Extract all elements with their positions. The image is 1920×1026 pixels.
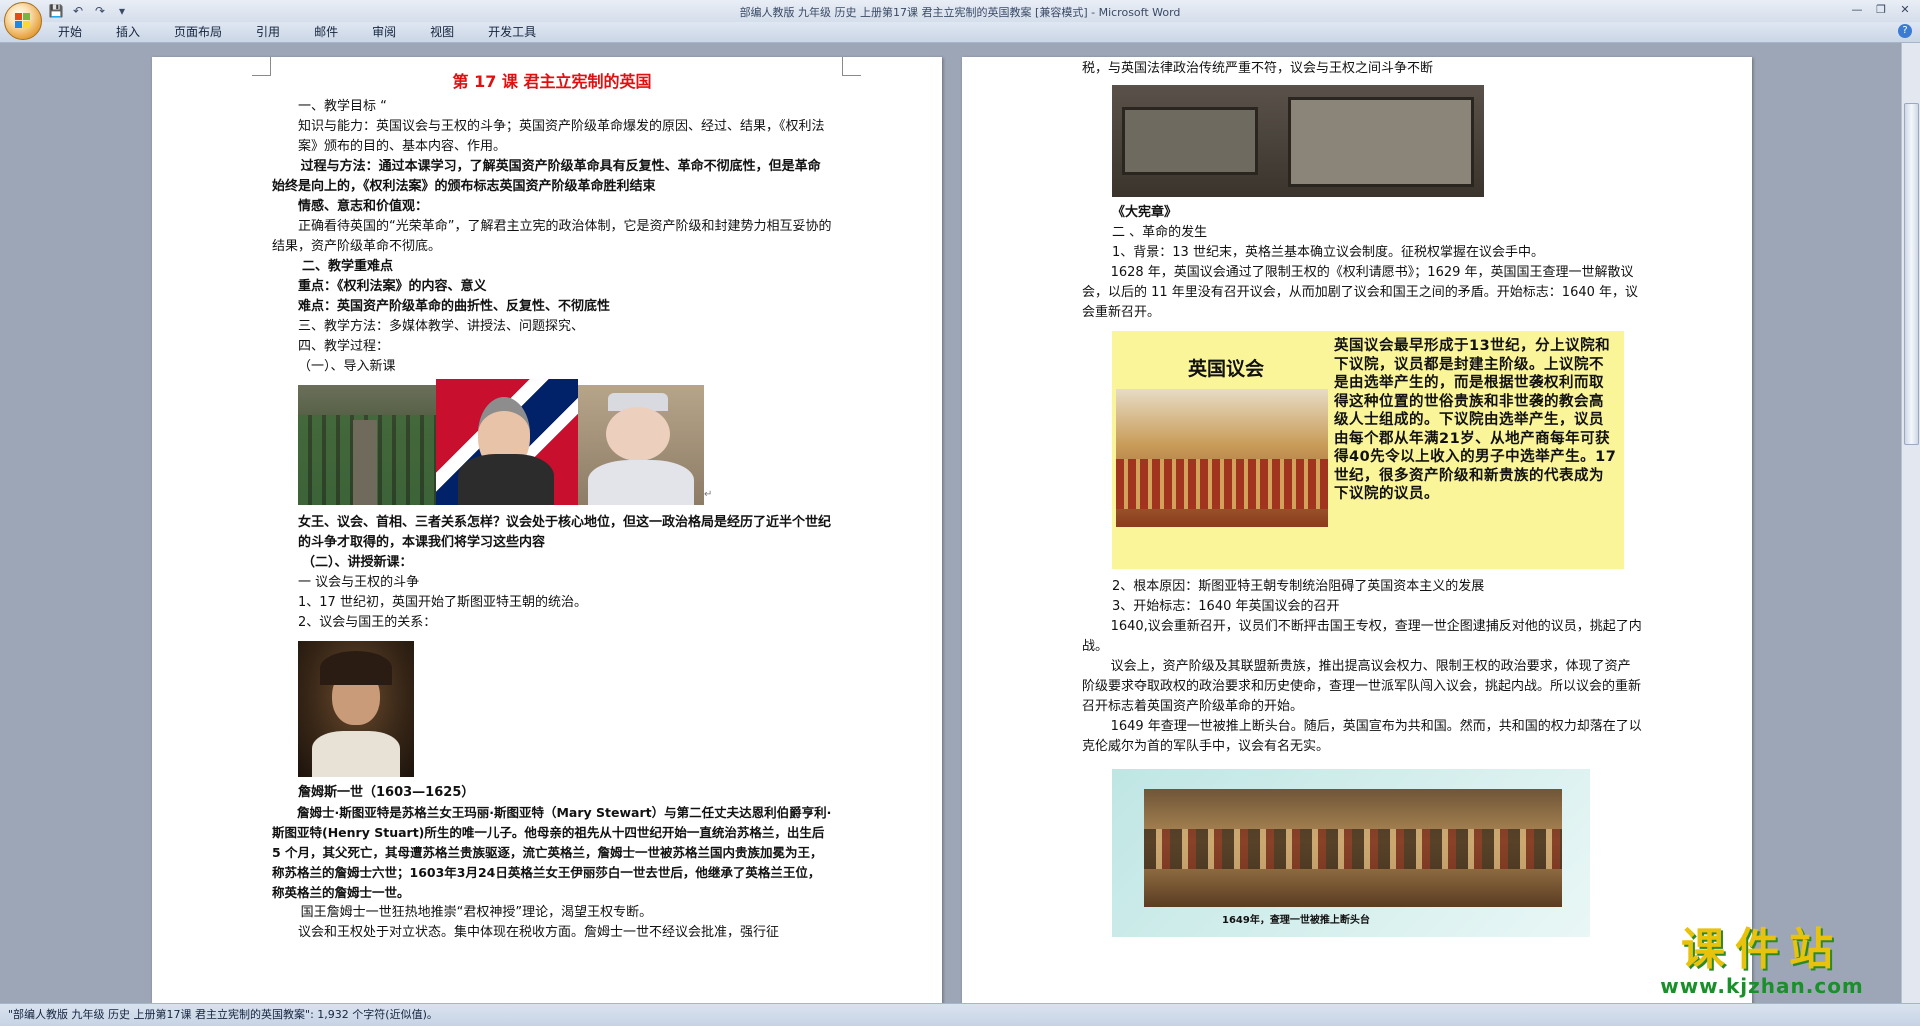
office-button[interactable]	[4, 2, 42, 40]
paragraph: 二 、革命的发生	[1112, 225, 1208, 240]
window-title: 部编人教版 九年级 历史 上册第17课 君主立宪制的英国教案 [兼容模式] - …	[739, 6, 1181, 19]
image-caption: 1649年，查理一世被推上断头台	[1222, 915, 1370, 926]
tab-mailings[interactable]: 邮件	[314, 24, 338, 40]
margin-corner-mark	[842, 57, 861, 76]
intro-image-row: ↵	[298, 379, 832, 505]
paragraph: 税，与英国法律政治传统严重不符，议会与王权之间斗争不断	[1082, 61, 1434, 76]
parliament-box-heading: 英国议会	[1188, 358, 1265, 380]
image-caption: 《大宪章》	[1112, 205, 1178, 220]
lesson-title: 第 17 课 君主立宪制的英国	[452, 72, 652, 91]
paragraph: 情感、意志和价值观：	[298, 199, 429, 214]
watermark-url: www.kjzhan.com	[1660, 974, 1864, 998]
paragraph: 重点：《权利法案》的内容、意义	[298, 279, 487, 294]
paragraph: 国王詹姆士一世狂热地推崇“君权神授”理论，渴望王权专断。	[300, 905, 653, 920]
tab-home[interactable]: 开始	[58, 24, 82, 40]
help-icon[interactable]: ?	[1898, 24, 1912, 38]
scrollbar-thumb[interactable]	[1904, 103, 1919, 445]
james-i-portrait	[298, 641, 414, 777]
paragraph: 三、教学方法：多媒体教学、讲授法、问题探究、	[298, 319, 585, 334]
magna-carta-photo	[1112, 85, 1484, 197]
execution-of-charles-i-painting	[1144, 789, 1562, 907]
paragraph: 女王、议会、首相、三者关系怎样？议会处于核心地位，但这一政治格局是经历了近半个世…	[298, 515, 832, 550]
parliament-info-box: 英国议会 英国议会最早形成于13世纪，分上议院和下议院，议员都是封建主阶级。上议…	[1112, 331, 1624, 569]
watermark-logo-text: 课件站	[1681, 924, 1843, 975]
tab-view[interactable]: 视图	[430, 24, 454, 40]
office-logo-icon	[15, 13, 31, 29]
paragraph: 正确看待英国的“光荣革命”，了解君主立宪的政治体制，它是资产阶级和封建势力相互妥…	[272, 219, 832, 254]
paragraph: 二、教学重难点	[302, 259, 394, 274]
tab-references[interactable]: 引用	[256, 24, 280, 40]
tab-review[interactable]: 审阅	[372, 24, 396, 40]
window-controls: — ❐ ✕	[1846, 2, 1916, 18]
paragraph: 3、开始标志：1640 年英国议会的召开	[1112, 599, 1340, 614]
tab-developer[interactable]: 开发工具	[488, 24, 536, 40]
vertical-scrollbar[interactable]	[1901, 43, 1920, 1003]
paragraph: 1649 年查理一世被推上断头台。随后，英国宣布为共和国。然而，共和国的权力却落…	[1082, 719, 1642, 754]
paragraph: 1628 年，英国议会通过了限制王权的《权利请愿书》；1629 年，英国国王查理…	[1082, 265, 1639, 320]
paragraph: （二）、讲授新课：	[302, 555, 413, 570]
page-1-content: 第 17 课 君主立宪制的英国 一、教学目标 “ 知识与能力：英国议会与王权的斗…	[272, 67, 832, 943]
tab-insert[interactable]: 插入	[116, 24, 140, 40]
paragraph: 2、议会与国王的关系：	[298, 615, 437, 630]
site-watermark: 课件站 www.kjzhan.com	[1632, 925, 1892, 1000]
document-page-2[interactable]: 税，与英国法律政治传统严重不符，议会与王权之间斗争不断 《大宪章》 二 、革命的…	[962, 57, 1752, 1003]
word-count-status[interactable]: "部编人教版 九年级 历史 上册第17课 君主立宪制的英国教案": 1,932 …	[8, 1008, 438, 1021]
paragraph: 一、教学目标 “	[298, 99, 387, 114]
image-caption: 詹姆斯一世（1603—1625）	[298, 785, 475, 800]
house-of-commons-photo	[298, 385, 436, 505]
paragraph: 过程与方法：通过本课学习，了解英国资产阶级革命具有反复性、革命不彻底性，但是革命…	[272, 159, 821, 194]
execution-image-frame: 1649年，查理一世被推上断头台	[1112, 769, 1590, 937]
prime-minister-photo	[436, 379, 578, 505]
paragraph: 1、17 世纪初，英国开始了斯图亚特王朝的统治。	[298, 595, 587, 610]
minimize-button[interactable]: —	[1846, 2, 1868, 18]
paragraph: 一 议会与王权的斗争	[298, 575, 420, 590]
paragraph: 1、背景：13 世纪末，英格兰基本确立议会制度。征税权掌握在议会手中。	[1112, 245, 1544, 260]
house-of-lords-illustration	[1116, 389, 1328, 527]
margin-corner-mark	[252, 57, 271, 76]
maximize-button[interactable]: ❐	[1870, 2, 1892, 18]
paragraph: 议会和王权处于对立状态。集中体现在税收方面。詹姆士一世不经议会批准，强行征	[298, 925, 780, 940]
paragraph: 詹姆士·斯图亚特是苏格兰女王玛丽·斯图亚特（Mary Stewart）与第二任丈…	[272, 805, 832, 900]
paragraph: （一）、导入新课	[298, 359, 396, 374]
paragraph: 2、根本原因：斯图亚特王朝专制统治阻碍了英国资本主义的发展	[1112, 579, 1485, 594]
tab-page-layout[interactable]: 页面布局	[174, 24, 222, 40]
status-bar: "部编人教版 九年级 历史 上册第17课 君主立宪制的英国教案": 1,932 …	[0, 1003, 1920, 1026]
paragraph: 知识与能力：英国议会与王权的斗争；英国资产阶级革命爆发的原因、经过、结果，《权利…	[298, 119, 825, 154]
document-page-1[interactable]: 第 17 课 君主立宪制的英国 一、教学目标 “ 知识与能力：英国议会与王权的斗…	[152, 57, 942, 1003]
title-bar: 💾 ↶ ↷ ▾ 部编人教版 九年级 历史 上册第17课 君主立宪制的英国教案 […	[0, 0, 1920, 40]
parliament-box-text: 英国议会最早形成于13世纪，分上议院和下议院，议员都是封建主阶级。上议院不是由选…	[1334, 338, 1617, 502]
paragraph: 四、教学过程：	[298, 339, 390, 354]
close-button[interactable]: ✕	[1894, 2, 1916, 18]
paragraph: 1640,议会重新召开，议员们不断抨击国王专权，查理一世企图逮捕反对他的议员，挑…	[1082, 619, 1642, 654]
page-2-content: 税，与英国法律政治传统严重不符，议会与王权之间斗争不断 《大宪章》 二 、革命的…	[1082, 59, 1642, 937]
ribbon-tab-bar: 开始 插入 页面布局 引用 邮件 审阅 视图 开发工具 ?	[0, 22, 1920, 43]
paragraph: 难点：英国资产阶级革命的曲折性、反复性、不彻底性	[298, 299, 611, 314]
paragraph: 议会上，资产阶级及其联盟新贵族，推出提高议会权力、限制王权的政治要求，体现了资产…	[1082, 659, 1642, 714]
queen-photo	[578, 385, 704, 505]
paragraph-mark: ↵	[704, 489, 713, 500]
document-workspace: 第 17 课 君主立宪制的英国 一、教学目标 “ 知识与能力：英国议会与王权的斗…	[0, 43, 1900, 1003]
